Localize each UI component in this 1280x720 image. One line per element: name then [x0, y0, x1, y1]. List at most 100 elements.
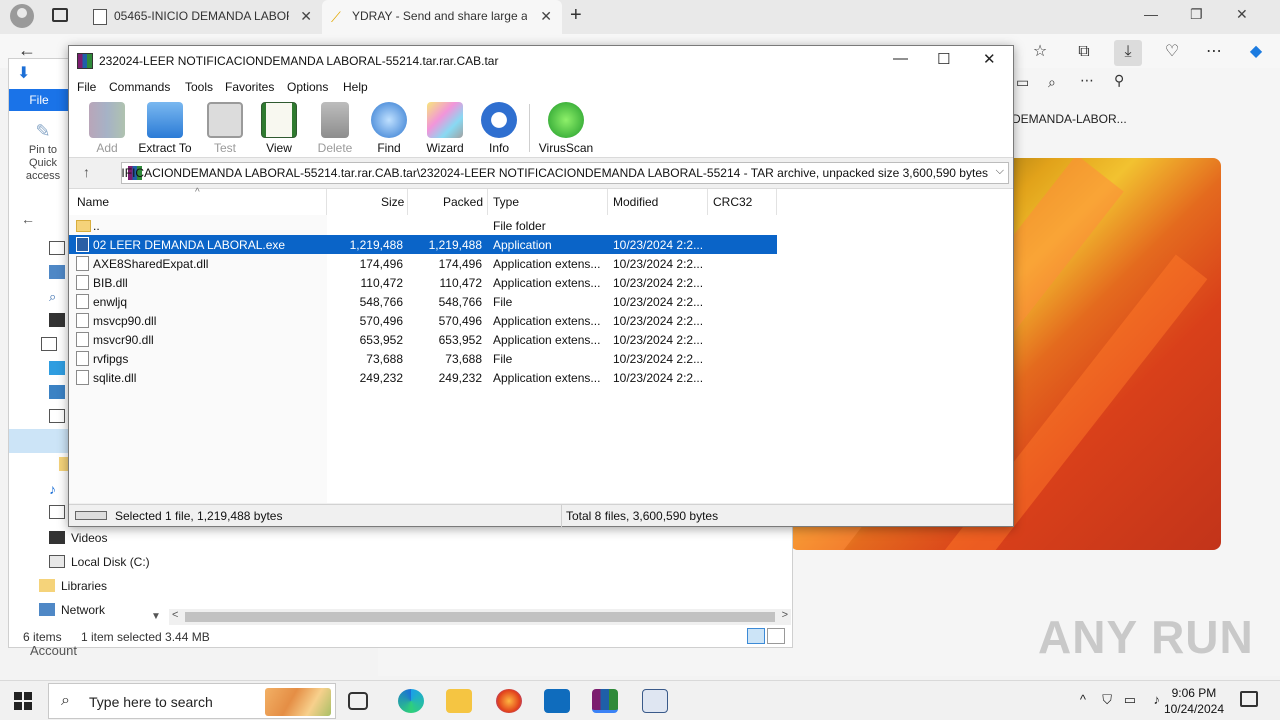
up-folder-icon[interactable]: ↑ [83, 164, 90, 180]
tree-item-libraries[interactable]: Libraries [39, 575, 107, 597]
task-view-icon[interactable] [348, 692, 368, 710]
table-row[interactable]: sqlite.dll 249,232 249,232 Application exte… [69, 368, 777, 387]
file-tab[interactable]: File [9, 89, 69, 111]
menu-file[interactable]: File [77, 80, 96, 94]
system-clock[interactable]: 9:06 PM 10/24/2024 [1164, 685, 1224, 717]
browser-tab-2[interactable]: ⟋ YDRAY - Send and share large an ✕ [322, 0, 562, 34]
desktop-folder-icon[interactable] [49, 385, 65, 399]
scroll-down-arrow-icon[interactable]: ▼ [151, 611, 161, 622]
tab-actions-icon[interactable] [52, 8, 68, 22]
horizontal-scrollbar[interactable]: < > [169, 609, 791, 625]
scrollbar-thumb[interactable] [185, 612, 775, 622]
path-field[interactable]: 232024-LEER NOTIFICACIONDEMANDA LABORAL-… [121, 162, 1009, 184]
search-icon[interactable]: ⌕ [1048, 74, 1056, 91]
table-row[interactable]: .. File folder [69, 216, 777, 235]
notification-icon[interactable] [1240, 691, 1258, 707]
download-item-name[interactable]: DEMANDA-LABOR... [1012, 112, 1127, 126]
virusscan-button[interactable]: VirusScan [535, 102, 597, 155]
menu-favorites[interactable]: Favorites [225, 80, 274, 94]
minimize-icon[interactable]: — [1144, 6, 1158, 22]
test-button[interactable]: Test [195, 102, 255, 155]
network-icon[interactable]: ▭ [1124, 692, 1136, 708]
col-type[interactable]: Type [493, 195, 519, 209]
table-row[interactable]: msvcr90.dll 653,952 653,952 Application ext… [69, 330, 777, 349]
performance-icon[interactable]: ♡ [1158, 40, 1186, 66]
favorites-star-icon[interactable]: ☆ [1026, 40, 1054, 66]
table-row[interactable]: enwljq 548,766 548,766 File 10/23/2024 2:2..… [69, 292, 777, 311]
tiles-view-icon[interactable] [767, 628, 785, 644]
search-icon[interactable]: ⌕ [49, 289, 65, 304]
col-packed[interactable]: Packed [443, 195, 483, 209]
windows-start-icon[interactable] [14, 692, 32, 710]
col-size[interactable]: Size [381, 195, 404, 209]
cell-size: 73,688 [366, 352, 403, 366]
table-row[interactable]: rvfipgs 73,688 73,688 File 10/23/2024 2:2... [69, 349, 777, 368]
edge-icon[interactable] [398, 689, 424, 713]
network-icon[interactable] [49, 265, 65, 279]
pin-to-quick-access-button[interactable]: ✎ Pin to Quick access [15, 122, 71, 183]
chevron-up-icon[interactable]: ^ [1080, 692, 1086, 707]
3d-objects-icon[interactable] [49, 361, 65, 375]
downloads-icon[interactable]: ⤓ [1114, 40, 1142, 66]
film-icon[interactable] [49, 313, 65, 327]
more-menu-icon[interactable]: ⋯ [1200, 40, 1228, 66]
scroll-left-icon[interactable]: < [172, 609, 178, 621]
close-tab-icon[interactable]: ✕ [300, 8, 312, 25]
nav-back-icon[interactable]: ← [21, 211, 35, 227]
profile-avatar-icon[interactable] [10, 4, 34, 28]
info-button[interactable]: Info [469, 102, 529, 155]
outlook-icon[interactable] [544, 689, 570, 713]
menu-tools[interactable]: Tools [185, 80, 213, 94]
wizard-button[interactable]: Wizard [415, 102, 475, 155]
more-icon[interactable]: ⋯ [1080, 72, 1094, 89]
winrar-taskbar-icon[interactable] [592, 689, 618, 713]
pin-icon[interactable]: ⚲ [1114, 72, 1124, 89]
security-icon[interactable]: ⛉ [1102, 692, 1112, 708]
music-icon[interactable]: ♪ [49, 481, 65, 497]
menu-help[interactable]: Help [343, 80, 368, 94]
chevron-down-icon[interactable]: ⌵ [996, 165, 1004, 178]
desktop-icon[interactable] [49, 241, 65, 255]
cell-type: Application [493, 238, 552, 252]
find-button[interactable]: Find [359, 102, 419, 155]
copilot-icon[interactable]: ◆ [1242, 40, 1270, 66]
scroll-right-icon[interactable]: > [782, 609, 788, 621]
volume-icon[interactable]: ♪ [1154, 692, 1161, 707]
menu-commands[interactable]: Commands [109, 80, 170, 94]
tree-item-network[interactable]: Network [39, 599, 105, 621]
col-name[interactable]: Name [77, 195, 109, 209]
minimize-icon[interactable]: — [893, 50, 908, 67]
extract-to-button[interactable]: Extract To [135, 102, 195, 155]
remote-desktop-icon[interactable] [642, 689, 668, 713]
col-modified[interactable]: Modified [613, 195, 658, 209]
collections-icon[interactable]: ⧉ [1070, 40, 1098, 66]
close-icon[interactable]: ✕ [1236, 6, 1248, 23]
table-row[interactable]: AXE8SharedExpat.dll 174,496 174,496 Applica… [69, 254, 777, 273]
delete-button[interactable]: Delete [305, 102, 365, 155]
tree-item-videos[interactable]: Videos [49, 527, 107, 549]
close-icon[interactable]: ✕ [983, 50, 996, 68]
file-explorer-icon[interactable] [446, 689, 472, 713]
this-pc-icon[interactable] [41, 337, 57, 351]
restore-icon[interactable]: ❐ [1190, 6, 1203, 23]
tree-item-local-disk[interactable]: Local Disk (C:) [49, 551, 150, 573]
exe-file-icon [76, 237, 89, 252]
table-row[interactable]: BIB.dll 110,472 110,472 Application extens.… [69, 273, 777, 292]
browser-tab-1[interactable]: 05465-INICIO DEMANDA LABORA ✕ [84, 0, 322, 34]
view-button[interactable]: View [249, 102, 309, 155]
table-row[interactable]: msvcp90.dll 570,496 570,496 Application ext… [69, 311, 777, 330]
add-button[interactable]: Add [77, 102, 137, 155]
details-view-icon[interactable] [747, 628, 765, 644]
col-crc32[interactable]: CRC32 [713, 195, 752, 209]
documents-icon[interactable] [49, 409, 65, 423]
new-tab-button[interactable]: + [570, 4, 582, 27]
account-label[interactable]: Account [30, 643, 77, 658]
folder-icon[interactable]: ▭ [1016, 74, 1029, 91]
table-row[interactable]: 02 LEER DEMANDA LABORAL.exe 1,219,488 1,21… [69, 235, 777, 254]
close-tab-icon[interactable]: ✕ [540, 8, 552, 25]
pictures-icon[interactable] [49, 505, 65, 519]
firefox-icon[interactable] [496, 689, 522, 713]
maximize-icon[interactable]: ☐ [937, 50, 950, 68]
taskbar-search[interactable]: ⌕ Type here to search [48, 683, 336, 719]
menu-options[interactable]: Options [287, 80, 328, 94]
